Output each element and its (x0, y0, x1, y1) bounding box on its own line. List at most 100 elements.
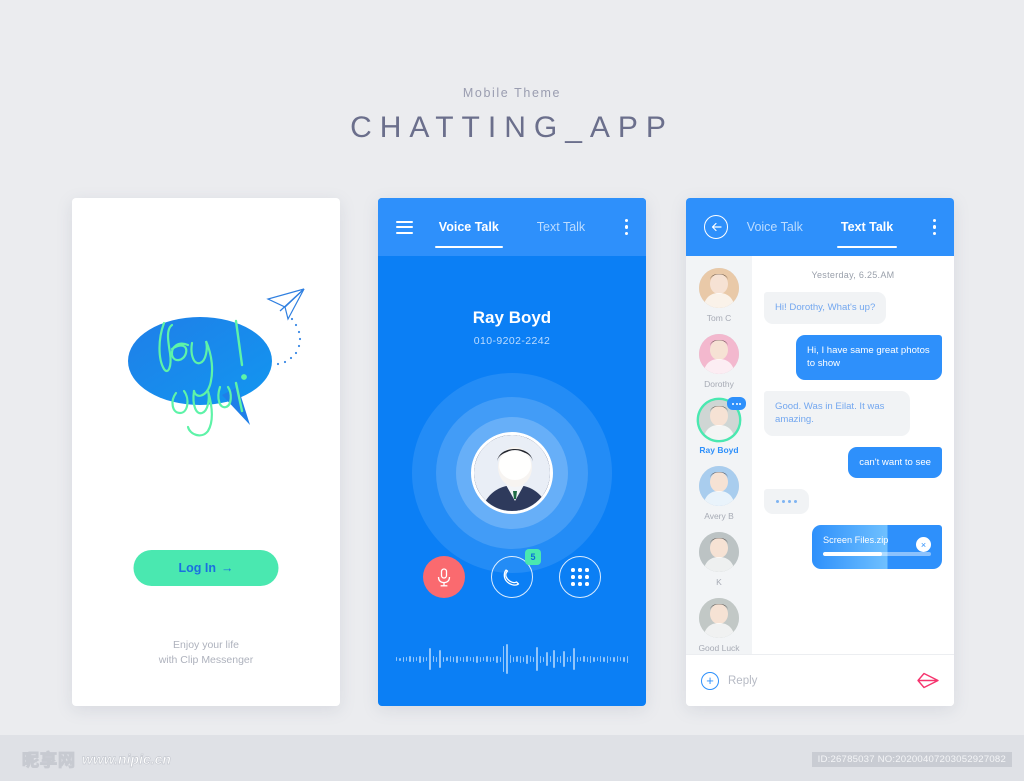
waveform-bar (589, 655, 592, 663)
waveform-bar (442, 656, 445, 662)
waveform-bar (573, 648, 575, 670)
tab-text-talk[interactable]: Text Talk (533, 198, 589, 256)
avatar (699, 268, 739, 308)
watermark-id: ID:26785037 NO:20200407203052927082 (811, 752, 1012, 767)
waveform-bar (479, 656, 481, 662)
waveform-bar (469, 657, 471, 661)
contact-name: Tom C (706, 313, 732, 323)
contact-sidebar[interactable]: Tom C Dorothy Ray Boyd Avery B K Good Luck (686, 256, 752, 706)
waveform-bar (452, 656, 455, 662)
message-bubble[interactable]: Hi! Dorothy, What's up? (764, 292, 887, 324)
file-transfer-bubble[interactable]: Screen Files.zip × (812, 525, 942, 569)
kebab-menu-icon (624, 219, 628, 235)
avatar-photo (699, 598, 739, 638)
text-more-button[interactable] (902, 219, 936, 235)
waveform-bar (620, 657, 622, 661)
waveform-bar (610, 657, 612, 661)
waveform-bar (596, 657, 598, 661)
waveform-bar (489, 656, 491, 662)
file-progress-bar (823, 552, 931, 556)
hamburger-menu-button[interactable] (396, 217, 430, 237)
keypad-button[interactable] (559, 556, 601, 598)
waveform-bar (486, 656, 488, 662)
call-button[interactable]: 5 (491, 549, 541, 598)
text-header: Voice Talk Text Talk (686, 198, 954, 256)
waveform-bar (462, 656, 465, 662)
waveform-bar (476, 655, 478, 663)
waveform-bar (563, 651, 565, 667)
waveform-bar (599, 656, 602, 662)
plus-circle-icon[interactable]: + (701, 671, 719, 690)
avatar-photo (699, 334, 739, 374)
contact-item[interactable]: Tom C (686, 268, 752, 323)
watermark-url: www.nipic.cn (82, 750, 172, 767)
waveform-bar (613, 656, 615, 662)
waveform-bar (456, 655, 458, 663)
contact-item[interactable]: Ray Boyd (686, 397, 752, 455)
waveform-bar (439, 650, 441, 668)
message-list: Hi! Dorothy, What's up? Hi, I have same g… (764, 292, 942, 569)
waveform-bar (409, 656, 411, 662)
waveform-bar (509, 655, 512, 663)
contact-item[interactable]: Avery B (686, 466, 752, 521)
tab-text-talk-2[interactable]: Text Talk (836, 198, 898, 256)
waveform-bar (549, 656, 552, 662)
waveform-bar (482, 657, 485, 661)
unread-badge-icon (727, 397, 746, 410)
voice-header-tabs: Voice Talk Text Talk (430, 198, 594, 256)
contact-name: Avery B (704, 511, 734, 521)
message-bubble[interactable]: Hi, I have same great photos to show (796, 334, 942, 380)
waveform-bar (492, 657, 495, 661)
contact-avatar-wrap (699, 397, 746, 440)
reply-input[interactable] (728, 674, 908, 687)
waveform-bar (426, 657, 428, 661)
tab-voice-talk[interactable]: Voice Talk (434, 198, 503, 256)
avatar (699, 334, 739, 374)
message-row: can't want to see (764, 446, 942, 478)
waveform-bar (559, 655, 562, 663)
waveform-bar (436, 656, 438, 662)
contact-item[interactable]: Dorothy (686, 334, 752, 389)
contact-avatar-wrap (699, 598, 739, 638)
message-bubble[interactable]: can't want to see (848, 446, 942, 478)
splash-tagline: Enjoy your life with Clip Messenger (72, 638, 340, 668)
waveform-bar (513, 656, 515, 662)
waveform-bar (466, 656, 468, 662)
waveform-bar (396, 657, 398, 661)
contact-name: Good Luck (698, 643, 740, 653)
login-button[interactable]: Log In → (133, 550, 279, 586)
waveform-bar (603, 656, 605, 662)
contact-item[interactable]: Good Luck (686, 598, 752, 653)
avatar (699, 532, 739, 572)
waveform-bar (553, 650, 555, 668)
phone-screen-text-talk: Voice Talk Text Talk Tom C Dorothy Ray Boy… (686, 198, 954, 706)
contact-name: Dorothy (704, 379, 734, 389)
back-arrow-icon (704, 215, 728, 239)
screenshot-canvas: Mobile Theme CHATTING_APP Enjoy your lif… (0, 0, 1024, 781)
voice-waveform (396, 642, 629, 676)
send-paper-plane-icon[interactable] (917, 672, 939, 689)
close-icon[interactable]: × (916, 537, 931, 552)
page-title-block: Mobile Theme CHATTING_APP (0, 86, 1024, 145)
waveform-bar (576, 656, 578, 662)
mute-microphone-button[interactable] (423, 556, 465, 598)
waveform-bar (533, 656, 535, 662)
waveform-bar (446, 657, 448, 661)
voice-more-button[interactable] (594, 219, 628, 235)
waveform-bar (506, 644, 508, 674)
hamburger-menu-icon (396, 217, 413, 237)
avatar (471, 432, 553, 514)
waveform-bar (399, 657, 401, 661)
contact-avatar-wrap (699, 268, 739, 308)
waveform-bar (429, 648, 431, 670)
page-title: CHATTING_APP (350, 111, 674, 144)
contact-name: K (716, 577, 722, 587)
contact-item[interactable]: K (686, 532, 752, 587)
waveform-bar (526, 654, 528, 664)
back-button[interactable] (704, 215, 738, 239)
waveform-bar (519, 655, 522, 663)
message-bubble[interactable]: Good. Was in Eilat. It was amazing. (764, 390, 910, 436)
tab-voice-talk-2[interactable]: Voice Talk (743, 198, 807, 256)
message-thread[interactable]: Yesterday, 6.25.AM Hi! Dorothy, What's u… (752, 256, 954, 706)
waveform-bar (529, 656, 532, 662)
